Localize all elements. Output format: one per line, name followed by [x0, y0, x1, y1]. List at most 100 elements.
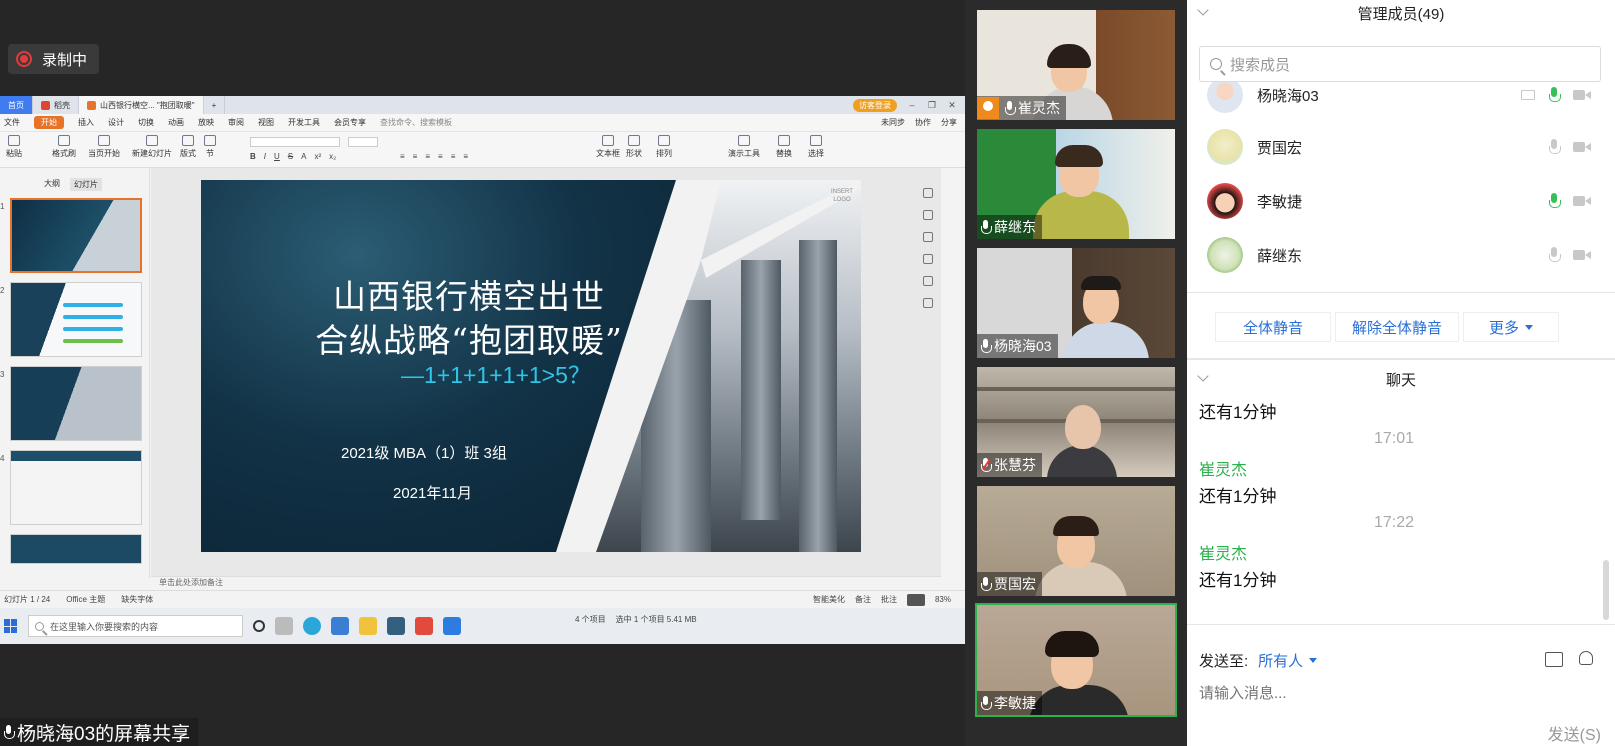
paragraph-controls[interactable]: ≡ ≡ ≡ ≡ ≡ ≡ [400, 152, 468, 161]
mute-all-button[interactable]: 全体静音 [1215, 312, 1331, 342]
tab-home[interactable]: 首页 [0, 96, 33, 114]
ribbon-paste[interactable]: 粘贴 [6, 135, 22, 159]
list-item[interactable]: 杨晓海03 [1187, 82, 1615, 122]
unsynced-status[interactable]: 未同步 [881, 117, 905, 128]
ribbon-section[interactable]: 节 [204, 135, 216, 159]
ribbon-format-painter[interactable]: 格式刷 [52, 135, 76, 159]
ribbon-presentation-tools[interactable]: 演示工具 [728, 135, 760, 159]
mic-icon[interactable] [1549, 247, 1561, 263]
ribbon-play-current[interactable]: 当页开始 [88, 135, 120, 159]
command-search[interactable]: 查找命令、搜索模板 [380, 117, 452, 128]
menu-file[interactable]: 文件 [4, 117, 20, 128]
menu-design[interactable]: 设计 [108, 117, 124, 128]
mic-icon[interactable] [1549, 87, 1561, 103]
image-icon[interactable] [1545, 652, 1563, 667]
chat-header[interactable]: 聊天 [1187, 366, 1615, 392]
send-to-select[interactable]: 所有人 [1258, 650, 1318, 671]
wps-icon[interactable] [415, 617, 433, 635]
camera-icon[interactable] [1573, 89, 1591, 101]
menu-slideshow[interactable]: 放映 [198, 117, 214, 128]
video-tile[interactable]: 薛继东 [977, 129, 1175, 239]
property-icon[interactable] [923, 188, 933, 198]
tab-daoke[interactable]: 稻壳 [33, 96, 79, 114]
ribbon-layout[interactable]: 版式 [180, 135, 196, 159]
unmute-all-button[interactable]: 解除全体静音 [1335, 312, 1459, 342]
menu-developer[interactable]: 开发工具 [288, 117, 320, 128]
taskbar-search[interactable]: 在这里输入你要搜索的内容 [28, 615, 243, 637]
chat-scrollbar[interactable] [1603, 560, 1609, 620]
mic-icon[interactable] [1549, 139, 1561, 155]
camera-icon[interactable] [1573, 195, 1591, 207]
minimize-icon[interactable]: – [907, 100, 917, 110]
tab-document[interactable]: 山西银行横空... "抱团取暖" [79, 96, 204, 114]
task-view-icon[interactable] [253, 620, 265, 632]
menu-member[interactable]: 会员专享 [334, 117, 366, 128]
ribbon-replace[interactable]: 替换 [776, 135, 792, 159]
settings-icon[interactable] [923, 298, 933, 308]
missing-font-button[interactable]: 缺失字体 [121, 594, 153, 605]
outline-tab[interactable]: 大纲 [44, 178, 60, 191]
slide-thumbnail-4[interactable] [10, 450, 142, 525]
members-header[interactable]: 管理成员(49) [1187, 0, 1615, 26]
comments-toggle[interactable]: 批注 [881, 594, 897, 605]
mic-icon[interactable] [1549, 193, 1561, 209]
notes-area[interactable]: 单击此处添加备注 [151, 576, 941, 590]
slide-thumbnail-1[interactable] [10, 198, 142, 273]
video-tile-active-speaker[interactable]: 李敏捷 [975, 603, 1177, 717]
zoom-level[interactable]: 83% [935, 595, 951, 604]
chevron-down-icon[interactable] [1197, 370, 1209, 382]
app-icon[interactable] [387, 617, 405, 635]
notes-toggle[interactable]: 备注 [855, 594, 871, 605]
ribbon-textbox[interactable]: 文本框 [596, 135, 620, 159]
chevron-down-icon[interactable] [1197, 4, 1209, 16]
menu-view[interactable]: 视图 [258, 117, 274, 128]
list-item[interactable]: 李敏捷 [1187, 174, 1615, 228]
list-item[interactable]: 薛继东 [1187, 228, 1615, 282]
mail-icon[interactable] [331, 617, 349, 635]
send-button[interactable]: 发送(S) [1511, 720, 1601, 746]
ribbon-select[interactable]: 选择 [808, 135, 824, 159]
guest-login-button[interactable]: 访客登录 [853, 98, 897, 112]
video-tile[interactable]: 张慧芬 [977, 367, 1175, 477]
more-button[interactable]: 更多 [1463, 312, 1559, 342]
slide-thumbnail-3[interactable] [10, 366, 142, 441]
folder-icon[interactable] [359, 617, 377, 635]
new-tab-button[interactable]: + [204, 96, 226, 114]
close-icon[interactable]: ✕ [947, 100, 957, 111]
slide-thumbnail-2[interactable] [10, 282, 142, 357]
video-tile[interactable]: 贾国宏 [977, 486, 1175, 596]
current-slide[interactable]: 山西银行横空出世 合纵战略“抱团取暖” —1+1+1+1+1>5？ 2021级 … [201, 180, 861, 552]
video-tile[interactable]: 杨晓海03 [977, 248, 1175, 358]
menu-start[interactable]: 开始 [34, 116, 64, 129]
menu-transition[interactable]: 切换 [138, 117, 154, 128]
font-controls[interactable] [250, 137, 378, 147]
slides-tab[interactable]: 幻灯片 [70, 178, 102, 191]
camera-icon[interactable] [1573, 141, 1591, 153]
chat-input[interactable] [1199, 680, 1599, 706]
restore-icon[interactable]: ❐ [927, 100, 937, 111]
ribbon-new-slide[interactable]: 新建幻灯片 [132, 135, 172, 159]
ribbon-arrange[interactable]: 排列 [656, 135, 672, 159]
windows-start-icon[interactable] [4, 619, 18, 633]
play-slideshow-icon[interactable] [906, 593, 925, 606]
meeting-app-icon[interactable] [443, 617, 461, 635]
pin-icon[interactable] [923, 210, 933, 220]
ribbon-shape[interactable]: 形状 [626, 135, 642, 159]
widgets-icon[interactable] [275, 617, 293, 635]
camera-icon[interactable] [1573, 249, 1591, 261]
list-item[interactable]: 贾国宏 [1187, 120, 1615, 174]
member-search-input[interactable]: 搜索成员 [1199, 46, 1601, 82]
menu-insert[interactable]: 插入 [78, 117, 94, 128]
video-tile[interactable]: 崔灵杰 [977, 10, 1175, 120]
beautify-button[interactable]: 智能美化 [813, 594, 845, 605]
menu-animation[interactable]: 动画 [168, 117, 184, 128]
text-format-controls[interactable]: B I U S Ax² x₂ [250, 152, 336, 161]
menu-review[interactable]: 审阅 [228, 117, 244, 128]
collaborate-button[interactable]: 协作 [915, 117, 931, 128]
recording-indicator[interactable]: 录制中 [8, 44, 100, 74]
slide-thumbnail-5[interactable] [10, 534, 142, 564]
user-settings-icon[interactable] [1579, 651, 1593, 665]
crop-icon[interactable] [923, 254, 933, 264]
help-icon[interactable] [923, 276, 933, 286]
share-button[interactable]: 分享 [941, 117, 957, 128]
